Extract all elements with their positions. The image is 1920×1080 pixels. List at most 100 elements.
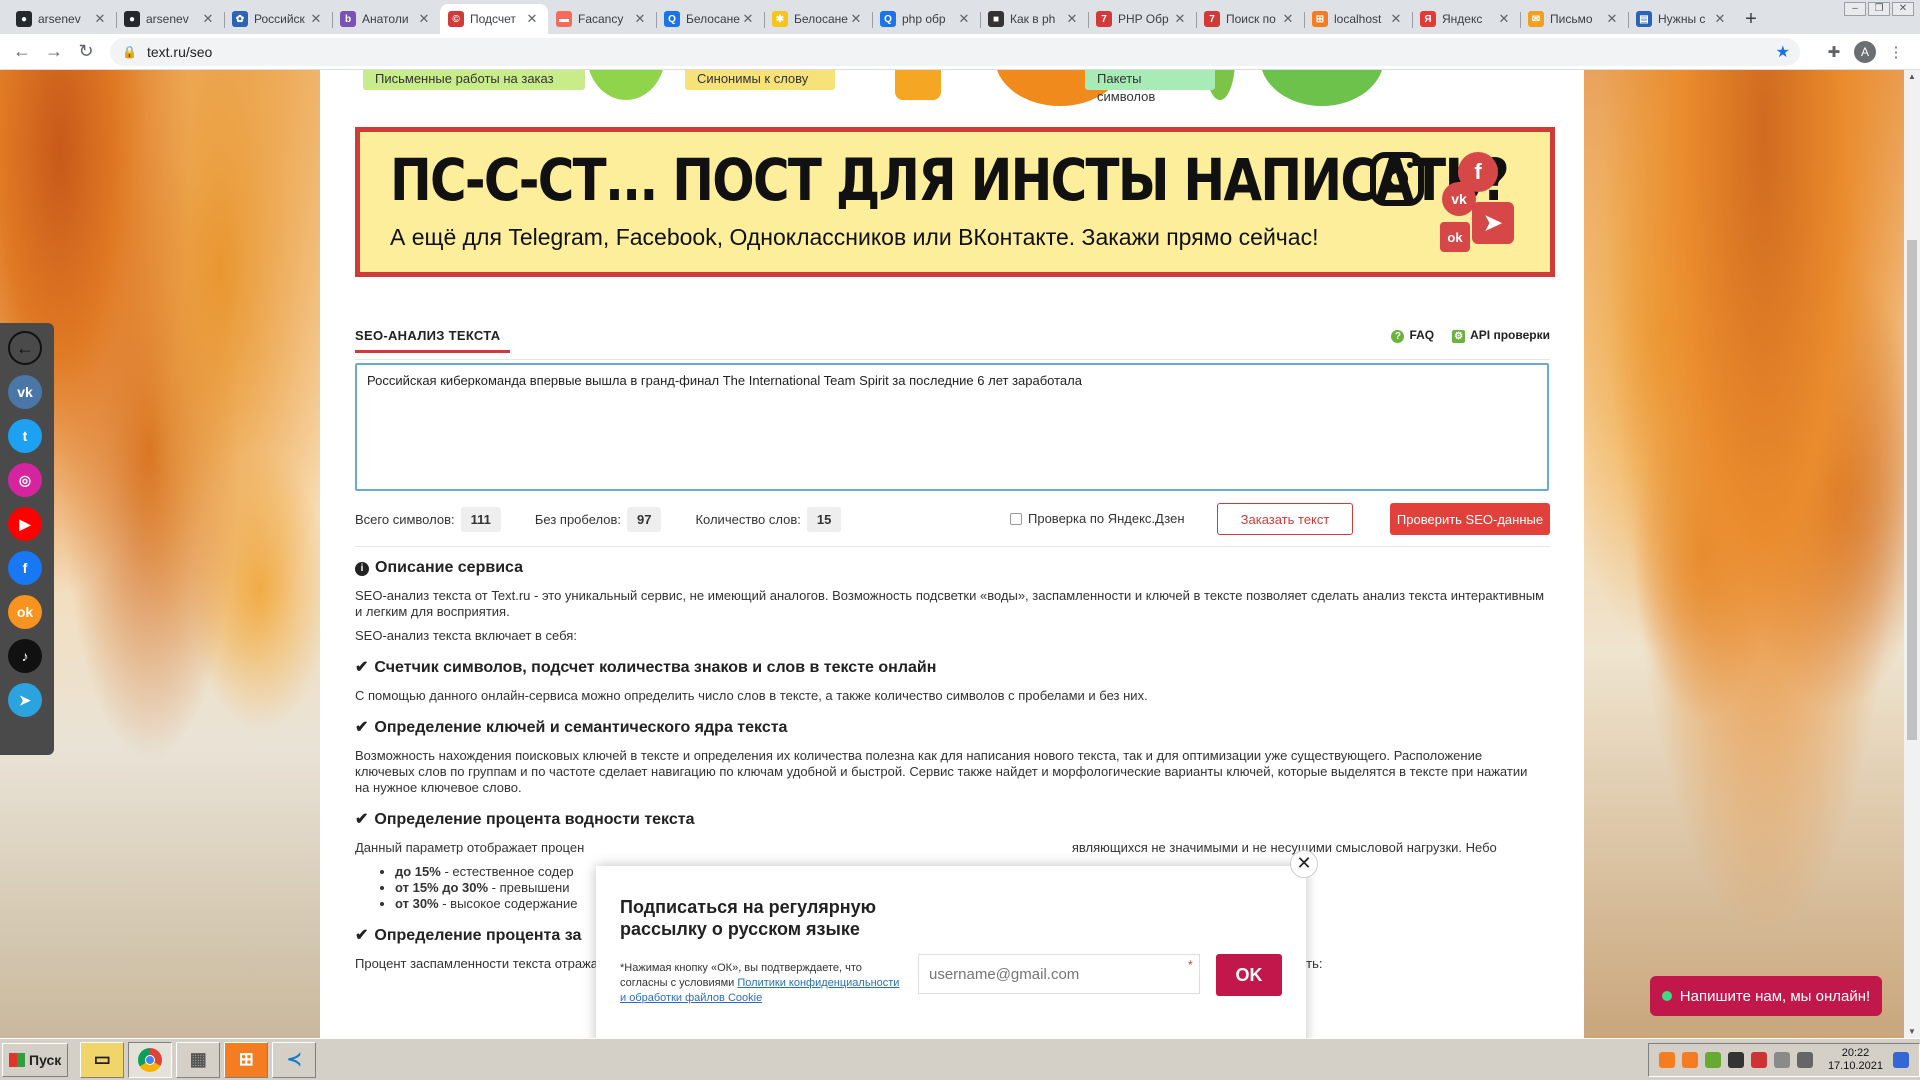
subscribe-ok-button[interactable]: OK xyxy=(1216,954,1282,996)
vscode-icon[interactable]: ≺ xyxy=(272,1041,317,1078)
browser-tab[interactable]: © Подсчет ✕ xyxy=(440,4,548,34)
bookmark-star-icon[interactable]: ★ xyxy=(1776,42,1790,62)
close-tab-icon[interactable]: ✕ xyxy=(1712,11,1728,27)
back-button[interactable]: ← xyxy=(6,36,38,68)
bug-tray-icon[interactable] xyxy=(1704,1052,1721,1068)
chrome-icon[interactable] xyxy=(128,1041,173,1078)
youtube-icon[interactable]: ▶ xyxy=(8,507,42,541)
faq-link[interactable]: ? FAQ xyxy=(1391,328,1434,343)
browser-tab[interactable]: ⊞ localhost ✕ xyxy=(1304,4,1412,34)
tab-title: arsenev xyxy=(38,12,81,26)
checkbox-box[interactable] xyxy=(1010,512,1022,525)
seo-text-input[interactable] xyxy=(355,363,1549,491)
browser-tab[interactable]: b Анатоли ✕ xyxy=(332,4,440,34)
close-tab-icon[interactable]: ✕ xyxy=(308,11,324,27)
close-tab-icon[interactable]: ✕ xyxy=(1496,11,1512,27)
calculator-icon[interactable]: ▦ xyxy=(176,1041,221,1078)
close-tab-icon[interactable]: ✕ xyxy=(1604,11,1620,27)
promo-synonyms[interactable]: Синонимы к слову xyxy=(685,70,835,90)
yandex-icon: Я xyxy=(1420,11,1436,27)
start-button[interactable]: Пуск xyxy=(2,1042,69,1077)
close-popup-button[interactable]: ✕ xyxy=(1290,850,1318,878)
browser-tab[interactable]: ✿ Российск ✕ xyxy=(224,4,332,34)
php-site-icon: 7 xyxy=(1204,11,1220,27)
forward-button[interactable]: → xyxy=(38,36,70,68)
close-tab-icon[interactable]: ✕ xyxy=(1280,11,1296,27)
promo-symbol-packs[interactable]: Пакеты символов xyxy=(1085,70,1215,104)
reload-button[interactable]: ↻ xyxy=(70,36,102,68)
subscribe-popup: ✕ Подписаться на регулярную рассылку о р… xyxy=(596,850,1318,1038)
start-label: Пуск xyxy=(29,1051,62,1068)
instagram-icon[interactable]: ◎ xyxy=(8,463,42,497)
tab-title: Поиск по xyxy=(1226,12,1276,26)
show-desktop-icon[interactable] xyxy=(1893,1052,1909,1068)
browser-tab[interactable]: ✱ Белосане ✕ xyxy=(764,4,872,34)
odnoklassniki-icon[interactable]: ok xyxy=(8,595,42,629)
close-tab-icon[interactable]: ✕ xyxy=(956,11,972,27)
page-scrollbar[interactable]: ▲ ▼ xyxy=(1904,70,1920,1038)
profile-avatar[interactable]: A xyxy=(1854,40,1876,63)
app-tray-icon[interactable] xyxy=(1727,1052,1744,1068)
close-tab-icon[interactable]: ✕ xyxy=(1064,11,1080,27)
close-tab-icon[interactable]: ✕ xyxy=(848,11,864,27)
xampp-tray-icon[interactable] xyxy=(1681,1052,1698,1068)
volume-tray-icon[interactable] xyxy=(1796,1052,1813,1068)
close-tab-icon[interactable]: ✕ xyxy=(740,11,756,27)
scrollbar-thumb[interactable] xyxy=(1907,240,1917,740)
scroll-up-arrow-icon[interactable]: ▲ xyxy=(1904,72,1920,81)
browser-tab[interactable]: ● arsenev ✕ xyxy=(116,4,224,34)
minimize-button[interactable]: – xyxy=(1844,2,1866,16)
xampp-icon[interactable]: ⊞ xyxy=(224,1041,269,1078)
browser-tab[interactable]: 7 Поиск по ✕ xyxy=(1196,4,1304,34)
network-tray-icon[interactable] xyxy=(1773,1052,1790,1068)
browser-tab[interactable]: Q Белосане ✕ xyxy=(656,4,764,34)
xampp-tray-icon[interactable] xyxy=(1658,1052,1675,1068)
gosuslugi-icon: ✿ xyxy=(232,11,248,27)
menu-dots-icon[interactable]: ⋮ xyxy=(1882,43,1910,61)
clock-time: 20:22 xyxy=(1841,1047,1870,1059)
file-explorer-icon[interactable]: ▭ xyxy=(80,1041,125,1078)
telegram-icon[interactable]: ➤ xyxy=(8,683,42,717)
check-seo-button[interactable]: Проверить SEO-данные xyxy=(1390,503,1550,535)
close-window-button[interactable]: ✕ xyxy=(1892,2,1914,16)
browser-tab[interactable]: ✉ Письмо ✕ xyxy=(1520,4,1628,34)
yandex-zen-checkbox[interactable]: Проверка по Яндекс.Дзен xyxy=(1010,511,1185,526)
browser-tab[interactable]: ▬ Facancy ✕ xyxy=(548,4,656,34)
browser-tab[interactable]: ▤ Нужны с ✕ xyxy=(1628,4,1736,34)
close-tab-icon[interactable]: ✕ xyxy=(1172,11,1188,27)
extensions-icon[interactable]: ✚ xyxy=(1820,43,1848,61)
promo-written-works[interactable]: Письменные работы на заказ xyxy=(363,70,585,90)
browser-tab[interactable]: Qphp обр ✕ xyxy=(872,4,980,34)
browser-tab[interactable]: ■ Как в ph ✕ xyxy=(980,4,1088,34)
close-tab-icon[interactable]: ✕ xyxy=(524,11,540,27)
order-text-button[interactable]: Заказать текст xyxy=(1217,503,1353,535)
browser-tab[interactable]: ● arsenev ✕ xyxy=(8,4,116,34)
email-field[interactable] xyxy=(918,954,1200,994)
api-link[interactable]: ⚙ API проверки xyxy=(1452,328,1550,343)
system-clock[interactable]: 20:22 17.10.2021 xyxy=(1828,1047,1883,1073)
tab-title: arsenev xyxy=(146,12,189,26)
browser-tab[interactable]: 7 PHP Обр ✕ xyxy=(1088,4,1196,34)
tiktok-icon[interactable]: ♪ xyxy=(8,639,42,673)
back-arrow-icon[interactable]: ← xyxy=(8,331,42,365)
checkmark-icon: ✔ xyxy=(355,927,369,944)
restore-button[interactable]: ❐ xyxy=(1868,2,1890,16)
window-controls: – ❐ ✕ xyxy=(1842,2,1914,16)
twitter-icon[interactable]: t xyxy=(8,419,42,453)
scroll-down-arrow-icon[interactable]: ▼ xyxy=(1904,1027,1920,1036)
word-count-value: 15 xyxy=(806,506,842,532)
new-tab-button[interactable]: + xyxy=(1736,4,1766,34)
close-tab-icon[interactable]: ✕ xyxy=(1388,11,1404,27)
facebook-icon[interactable]: f xyxy=(8,551,42,585)
close-tab-icon[interactable]: ✕ xyxy=(416,11,432,27)
close-tab-icon[interactable]: ✕ xyxy=(632,11,648,27)
flag-tray-icon[interactable] xyxy=(1750,1052,1767,1068)
browser-tab[interactable]: Я Яндекс ✕ xyxy=(1412,4,1520,34)
address-bar[interactable]: 🔒 text.ru/seo ★ xyxy=(110,38,1800,66)
instagram-ad-banner[interactable]: ПС-С-СТ... ПОСТ ДЛЯ ИНСТЫ НАПИСАТЬ? А ещ… xyxy=(355,127,1555,277)
vk-icon[interactable]: vk xyxy=(8,375,42,409)
api-label: API проверки xyxy=(1470,328,1550,342)
close-tab-icon[interactable]: ✕ xyxy=(200,11,216,27)
close-tab-icon[interactable]: ✕ xyxy=(92,11,108,27)
online-chat-button[interactable]: Напишите нам, мы онлайн! xyxy=(1650,976,1882,1016)
